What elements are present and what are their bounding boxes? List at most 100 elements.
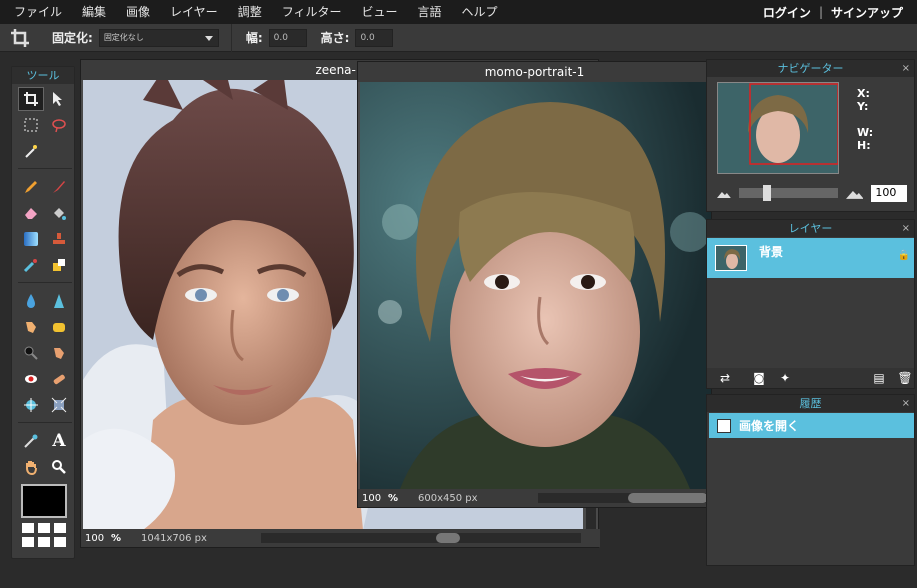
image-dimensions: 1041x706 px (141, 532, 207, 544)
type-tool-icon[interactable]: A (46, 429, 72, 453)
history-title: 履歴 (799, 397, 822, 410)
sponge-tool-icon[interactable] (46, 315, 72, 339)
smudge-tool-icon[interactable] (18, 315, 44, 339)
swatch[interactable] (38, 523, 50, 533)
navigator-zoom-field[interactable]: 100 (871, 184, 907, 202)
menu-help[interactable]: ヘルプ (452, 0, 508, 24)
swatch[interactable] (54, 523, 66, 533)
close-icon[interactable]: × (902, 220, 910, 237)
lock-icon: 🔒 (897, 250, 910, 261)
dodge-tool-icon[interactable] (18, 341, 44, 365)
status-bar: 100 % 1041x706 px (81, 529, 600, 547)
color-replace-tool-icon[interactable] (18, 253, 44, 277)
zoom-value[interactable]: 100 (81, 533, 111, 544)
sharpen-tool-icon[interactable] (46, 289, 72, 313)
menu-language[interactable]: 言語 (407, 0, 451, 24)
zoom-out-icon[interactable] (717, 188, 731, 198)
menu-layer[interactable]: レイヤー (160, 0, 228, 24)
pencil-tool-icon[interactable] (18, 175, 44, 199)
zoom-percent: % (388, 492, 399, 504)
close-icon[interactable]: × (902, 60, 910, 77)
navigator-thumbnail[interactable] (717, 82, 839, 174)
tools-panel: ツール A (11, 66, 75, 559)
zoom-in-icon[interactable] (845, 187, 864, 199)
y-label: Y: (857, 100, 869, 113)
layer-toolbar: ⇄ ◙ ✦ ▤ 🗑 (707, 368, 914, 388)
layer-thumbnail (715, 245, 747, 271)
layer-row[interactable]: 背景 🔒 (707, 238, 914, 278)
draw-tool-icon[interactable] (46, 253, 72, 277)
swatch[interactable] (22, 523, 34, 533)
layers-title: レイヤー (788, 222, 833, 235)
color-picker-tool-icon[interactable] (18, 429, 44, 453)
options-bar: 固定化: 固定化なし 幅: 0.0 高さ: 0.0 (0, 23, 917, 52)
document-icon (717, 418, 731, 433)
height-field[interactable]: 0.0 (355, 28, 394, 47)
move-tool-icon[interactable] (46, 87, 72, 111)
marquee-tool-icon[interactable] (18, 113, 44, 137)
swatch[interactable] (38, 537, 50, 547)
document-window-momo[interactable]: momo-portrait-1 100 % 600x450 px (357, 61, 712, 508)
w-label: W: (857, 126, 874, 139)
signup-link[interactable]: サインアップ (831, 4, 903, 21)
fill-tool-icon[interactable] (46, 201, 72, 225)
burn-tool-icon[interactable] (46, 341, 72, 365)
spot-heal-tool-icon[interactable] (46, 367, 72, 391)
menu-filter[interactable]: フィルター (272, 0, 352, 24)
zoom-tool-icon[interactable] (46, 455, 72, 479)
scroll-thumb[interactable] (628, 493, 708, 503)
zoom-slider-knob[interactable] (762, 185, 771, 201)
trash-icon[interactable]: 🗑 (897, 371, 913, 385)
layer-settings-icon[interactable]: ⇄ (717, 371, 733, 385)
menu-view[interactable]: ビュー (351, 0, 407, 24)
red-eye-tool-icon[interactable] (18, 367, 44, 391)
crop-tool-icon[interactable] (18, 87, 44, 111)
horizontal-scrollbar[interactable] (538, 493, 708, 503)
stamp-tool-icon[interactable] (46, 227, 72, 251)
blur-tool-icon[interactable] (18, 289, 44, 313)
close-icon[interactable]: × (902, 395, 910, 412)
menu-edit[interactable]: 編集 (72, 0, 116, 24)
new-layer-icon[interactable]: ▤ (871, 371, 887, 385)
navigator-title: ナビゲーター (777, 62, 844, 75)
layer-mask-icon[interactable]: ◙ (751, 371, 767, 385)
zoom-slider[interactable] (738, 185, 838, 201)
layer-name: 背景 (759, 244, 784, 259)
swatch[interactable] (22, 537, 34, 547)
menu-bar: ファイル 編集 画像 レイヤー 調整 フィルター ビュー 言語 ヘルプ ログイン… (0, 0, 917, 24)
brush-tool-icon[interactable] (46, 175, 72, 199)
login-link[interactable]: ログイン (763, 4, 811, 21)
window-title[interactable]: momo-portrait-1 (358, 62, 711, 82)
navigator-coords: X: Y: W: H: (857, 87, 873, 152)
menu-file[interactable]: ファイル (0, 0, 72, 24)
constrain-select[interactable]: 固定化なし (98, 28, 219, 47)
width-label: 幅: (245, 31, 263, 45)
bloat-tool-icon[interactable] (18, 393, 44, 417)
constrain-label: 固定化: (52, 31, 93, 45)
canvas-momo[interactable] (360, 82, 711, 489)
eraser-tool-icon[interactable] (18, 201, 44, 225)
history-panel: 履歴 × 画像を開く (706, 394, 915, 566)
horizontal-scrollbar[interactable] (261, 533, 581, 543)
width-field[interactable]: 0.0 (268, 28, 307, 47)
menu-image[interactable]: 画像 (116, 0, 160, 24)
gradient-tool-icon[interactable] (18, 227, 44, 251)
options-divider (230, 23, 232, 52)
swatch-grid[interactable] (22, 523, 68, 549)
status-bar: 100 % 600x450 px (358, 489, 711, 507)
zoom-percent: % (111, 532, 122, 544)
menu-adjust[interactable]: 調整 (228, 0, 272, 24)
lasso-tool-icon[interactable] (46, 113, 72, 137)
pinch-tool-icon[interactable] (46, 393, 72, 417)
history-item[interactable]: 画像を開く (709, 413, 914, 438)
zoom-value[interactable]: 100 (358, 493, 388, 504)
swatch[interactable] (54, 537, 66, 547)
hand-tool-icon[interactable] (18, 455, 44, 479)
primary-color-swatch[interactable] (21, 484, 67, 518)
crop-icon (10, 28, 30, 48)
image-dimensions: 600x450 px (418, 492, 478, 504)
tools-title: ツール (12, 67, 74, 84)
scroll-thumb[interactable] (436, 533, 460, 543)
layer-style-icon[interactable]: ✦ (777, 371, 793, 385)
magic-wand-tool-icon[interactable] (18, 139, 44, 163)
